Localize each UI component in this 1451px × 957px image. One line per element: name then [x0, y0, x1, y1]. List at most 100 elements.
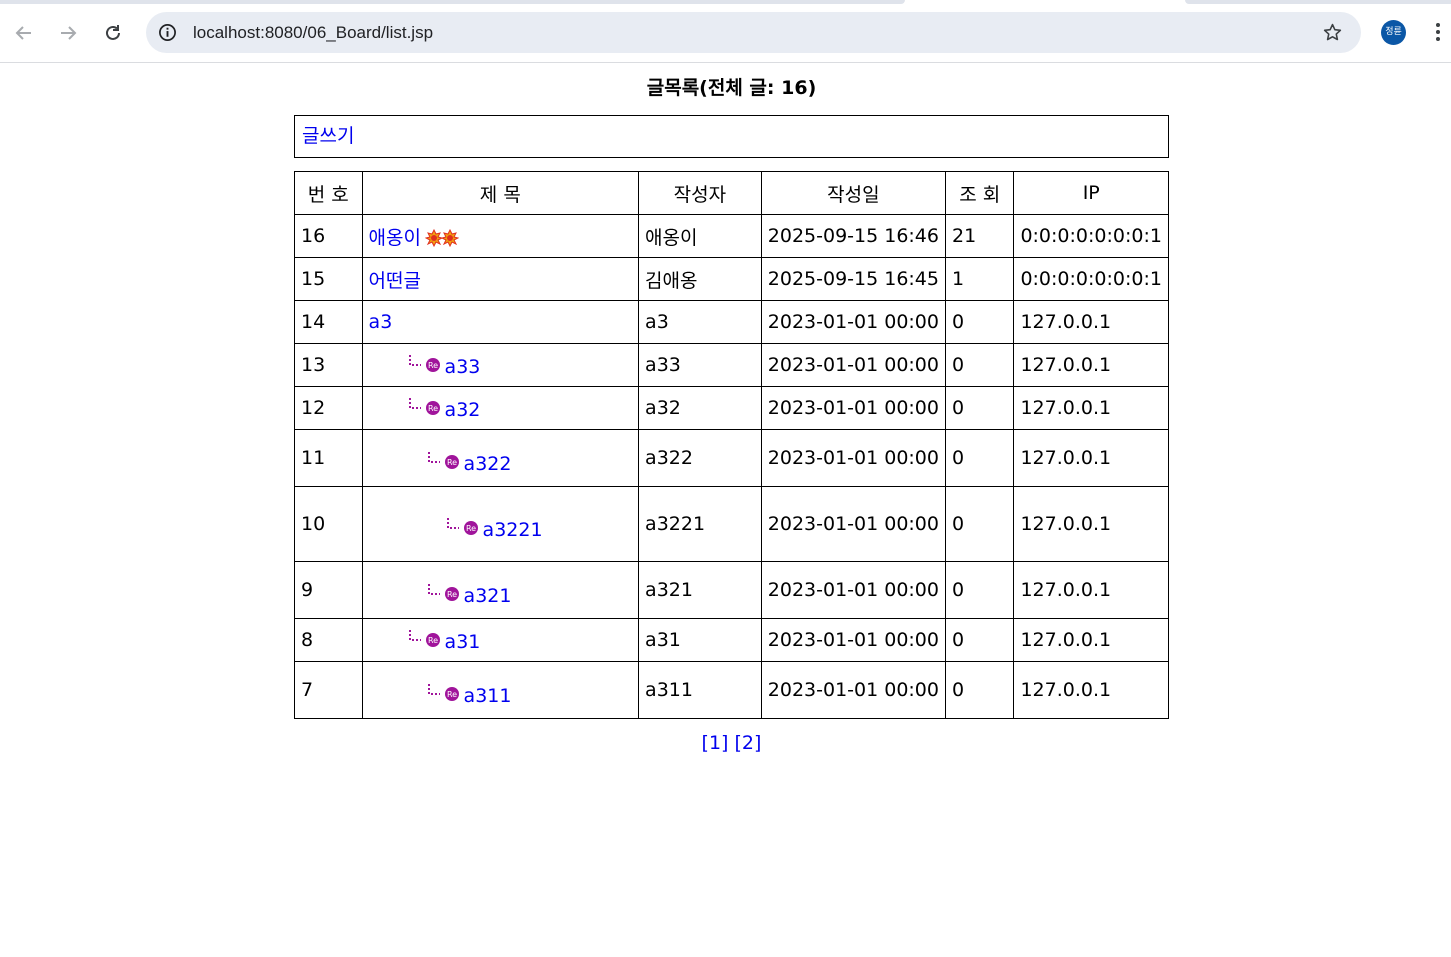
cell-views: 0 [944, 300, 1015, 344]
reply-re-icon: Re [408, 629, 440, 647]
cell-subject: Re a321 [361, 561, 640, 619]
cell-ip: 0:0:0:0:0:0:0:1 [1013, 257, 1169, 301]
page-link-2[interactable]: [2] [735, 732, 762, 754]
reply-re-icon: Re [408, 397, 440, 415]
reload-button[interactable] [99, 19, 127, 47]
cell-number: 14 [294, 300, 363, 344]
cell-writer: a311 [638, 661, 762, 719]
cell-ip: 127.0.0.1 [1013, 561, 1169, 619]
table-row: 7 Re a311 a311 2023-01-01 00:00 0 127.0.0.1 [294, 661, 1169, 719]
svg-text:Re: Re [446, 590, 456, 599]
tab-strip [0, 0, 1451, 5]
post-subject-link[interactable]: 어떤글 [369, 270, 421, 292]
cell-subject: Re a33 [361, 343, 640, 387]
table-row: 11 Re a322 a322 2023-01-01 00:00 0 127.0.0.1 [294, 429, 1169, 487]
cell-writer: a31 [638, 618, 762, 662]
cell-date: 2023-01-01 00:00 [760, 486, 946, 562]
table-header-row: 번 호 제 목 작성자 작성일 조 회 IP [294, 171, 1169, 215]
address-bar[interactable]: localhost:8080/06_Board/list.jsp [146, 12, 1361, 53]
page-title: 글목록(전체 글: 16) [646, 77, 817, 99]
cell-date: 2023-01-01 00:00 [760, 343, 946, 387]
cell-views: 21 [944, 214, 1015, 258]
post-subject-link[interactable]: a322 [464, 453, 512, 475]
post-subject-link[interactable]: a3221 [483, 519, 543, 541]
table-row: 14 a3 a3 2023-01-01 00:00 0 127.0.0.1 [294, 300, 1169, 344]
cell-date: 2025-09-15 16:46 [760, 214, 946, 258]
reply-indent: Re [407, 628, 445, 648]
reply-indent: Re [426, 582, 464, 602]
cell-date: 2023-01-01 00:00 [760, 386, 946, 430]
table-row: 15 어떤글 김애옹 2025-09-15 16:45 1 0:0:0:0:0:0:0:1 [294, 257, 1169, 301]
svg-text:Re: Re [427, 361, 437, 370]
cell-number: 9 [294, 561, 363, 619]
cell-subject: 어떤글 [361, 257, 640, 301]
post-subject-link[interactable]: a32 [445, 399, 481, 421]
cell-writer: 애옹이 [638, 214, 762, 258]
table-row: 8 Re a31 a31 2023-01-01 00:00 0 127.0.0.1 [294, 618, 1169, 662]
reply-indent: Re [407, 396, 445, 416]
table-row: 9 Re a321 a321 2023-01-01 00:00 0 127.0.0.1 [294, 561, 1169, 619]
cell-number: 8 [294, 618, 363, 662]
inactive-tab-left[interactable] [0, 0, 905, 4]
cell-subject: Re a322 [361, 429, 640, 487]
header-ip: IP [1013, 171, 1169, 215]
cell-ip: 127.0.0.1 [1013, 386, 1169, 430]
info-icon[interactable] [158, 23, 177, 42]
forward-button[interactable] [54, 19, 82, 47]
cell-number: 15 [294, 257, 363, 301]
header-date: 작성일 [760, 171, 946, 215]
arrow-right-icon [61, 26, 77, 40]
cell-views: 0 [944, 618, 1015, 662]
menu-dot-icon [1436, 23, 1440, 27]
post-subject-link[interactable]: 애옹이 [369, 227, 421, 249]
menu-dot-icon [1436, 30, 1440, 34]
table-row: 16 애옹이 애옹이 2025-09-15 16:46 21 0:0:0:0:0:0:0:… [294, 214, 1169, 258]
cell-writer: 김애옹 [638, 257, 762, 301]
header-number: 번 호 [294, 171, 363, 215]
back-button[interactable] [10, 19, 38, 47]
browser-menu-button[interactable] [1428, 20, 1448, 46]
reply-re-icon: Re [427, 451, 459, 469]
arrow-left-icon [15, 26, 31, 40]
cell-writer: a3 [638, 300, 762, 344]
svg-text:Re: Re [446, 458, 456, 467]
hot-badge-icon [425, 229, 459, 247]
cell-date: 2023-01-01 00:00 [760, 561, 946, 619]
board-body: 16 애옹이 애옹이 2025-09-15 16:46 21 0:0:0:0:0:0:0:… [294, 214, 1169, 719]
post-subject-link[interactable]: a321 [464, 585, 512, 607]
cell-writer: a33 [638, 343, 762, 387]
svg-text:Re: Re [427, 404, 437, 413]
inactive-tab-right[interactable] [1185, 0, 1451, 4]
url-text[interactable]: localhost:8080/06_Board/list.jsp [193, 12, 433, 53]
cell-ip: 127.0.0.1 [1013, 300, 1169, 344]
pagination: [1] [2] [0, 729, 1451, 757]
cell-ip: 0:0:0:0:0:0:0:1 [1013, 214, 1169, 258]
post-subject-link[interactable]: a3 [369, 311, 393, 333]
cell-date: 2023-01-01 00:00 [760, 429, 946, 487]
header-views: 조 회 [944, 171, 1015, 215]
table-row: 13 Re a33 a33 2023-01-01 00:00 0 127.0.0.1 [294, 343, 1169, 387]
reply-indent: Re [426, 682, 464, 702]
reply-re-icon: Re [446, 517, 478, 535]
write-post-link[interactable]: 글쓰기 [302, 116, 354, 157]
reply-indent: Re [426, 450, 464, 470]
header-subject: 제 목 [361, 171, 640, 215]
cell-ip: 127.0.0.1 [1013, 486, 1169, 562]
cell-ip: 127.0.0.1 [1013, 429, 1169, 487]
cell-writer: a3221 [638, 486, 762, 562]
cell-subject: 애옹이 [361, 214, 640, 258]
bookmark-star-icon[interactable] [1322, 22, 1343, 43]
cell-writer: a321 [638, 561, 762, 619]
header-writer: 작성자 [638, 171, 762, 215]
cell-views: 1 [944, 257, 1015, 301]
board-table: 번 호 제 목 작성자 작성일 조 회 IP 16 애옹이 애옹이 2025-09-1… [294, 171, 1169, 719]
profile-avatar[interactable]: 정륜 [1381, 20, 1406, 45]
page-link-1[interactable]: [1] [702, 732, 729, 754]
table-row: 10 Re a3221 a3221 2023-01-01 00:00 0 127.0.0.1 [294, 486, 1169, 562]
svg-text:Re: Re [446, 690, 456, 699]
svg-text:Re: Re [465, 524, 475, 533]
post-subject-link[interactable]: a311 [464, 685, 512, 707]
cell-subject: Re a311 [361, 661, 640, 719]
post-subject-link[interactable]: a33 [445, 356, 481, 378]
post-subject-link[interactable]: a31 [445, 631, 481, 653]
